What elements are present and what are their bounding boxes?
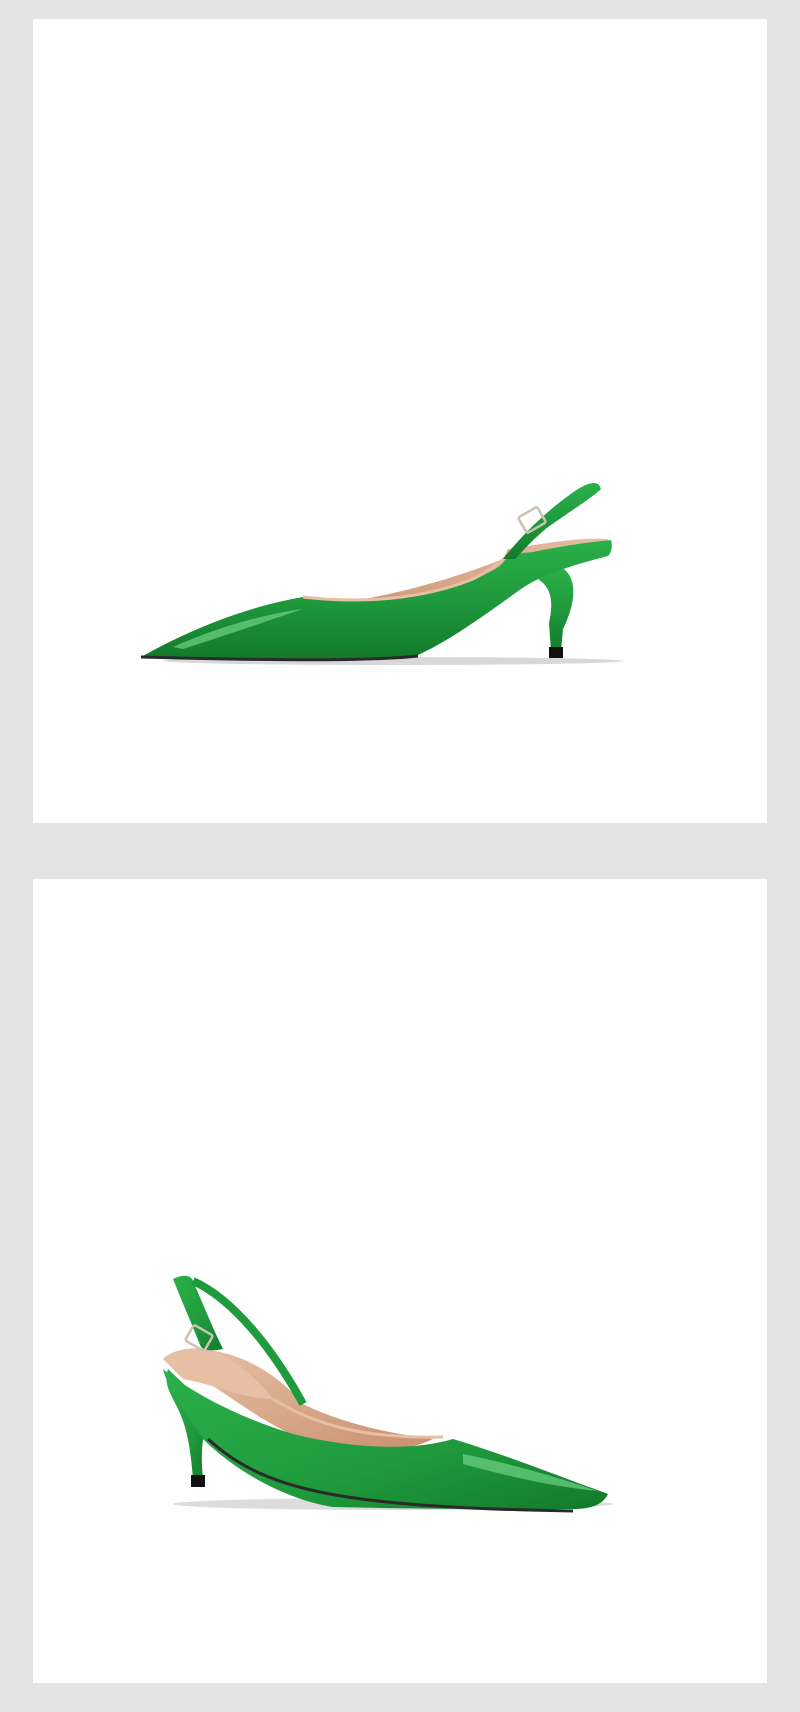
heel-tip — [191, 1475, 205, 1487]
product-image-panel-side — [33, 19, 767, 823]
product-image-panel-angle — [33, 879, 767, 1683]
heel-tip — [549, 647, 563, 658]
shoe-angle-view — [163, 1275, 613, 1513]
shoe-side-view — [140, 483, 623, 665]
stiletto-heel — [538, 567, 574, 651]
